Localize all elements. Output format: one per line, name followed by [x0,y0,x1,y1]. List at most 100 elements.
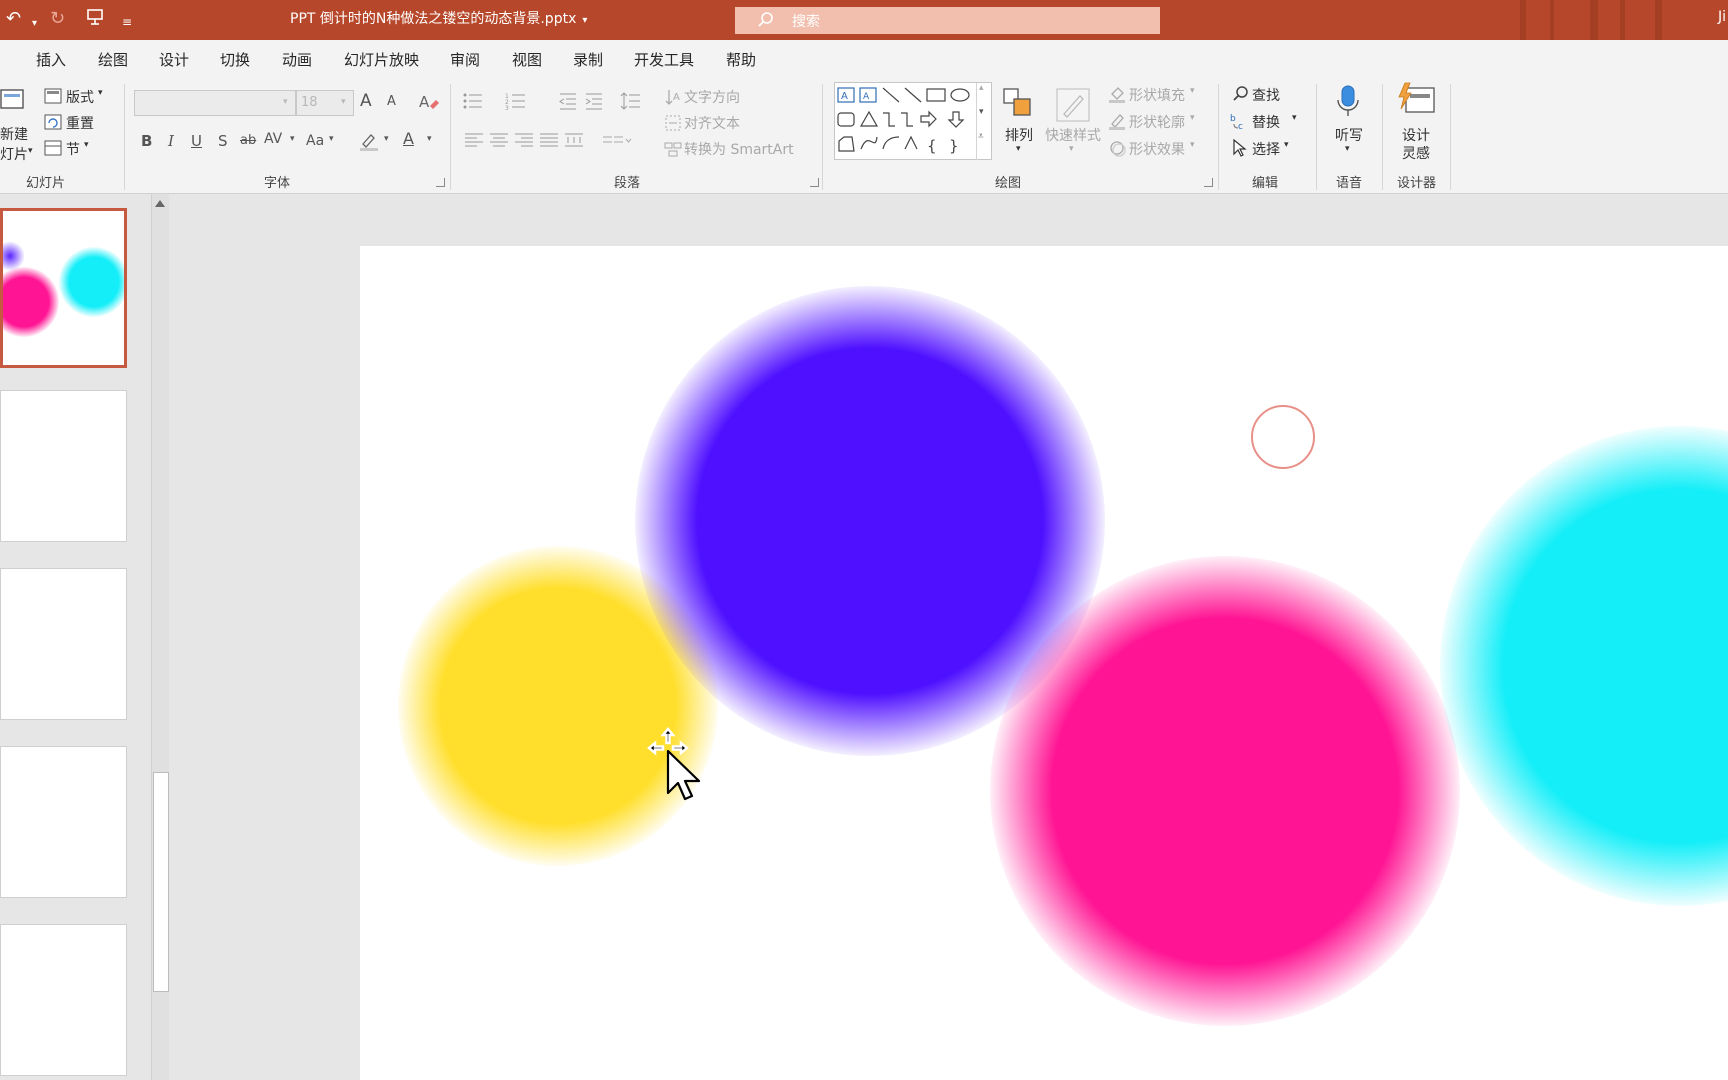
bullets-icon[interactable] [462,92,484,110]
character-spacing-button[interactable]: AV [264,131,282,147]
tab-animations[interactable]: 动画 [282,49,312,70]
chevron-down-icon[interactable]: ▾ [1190,140,1195,150]
cyan-blurred-circle[interactable] [1440,426,1728,906]
user-account[interactable]: Ji [1718,9,1726,25]
tab-record[interactable]: 录制 [573,49,603,70]
new-slide-label-2[interactable]: 灯片 [0,144,28,164]
font-dialog-launcher-icon[interactable] [436,178,445,187]
chevron-down-icon[interactable]: ▾ [979,107,984,117]
chevron-down-icon[interactable]: ▾ [1069,144,1074,154]
shape-effects-button[interactable]: 形状效果 [1129,139,1185,159]
font-name-combo[interactable]: ▾ [134,90,296,116]
bold-button[interactable]: B [141,132,152,150]
font-size-combo[interactable]: 18 ▾ [296,90,354,116]
designer-icon[interactable] [1396,82,1436,118]
customize-toolbar-icon[interactable]: ≡ [122,11,132,33]
gallery-scroll[interactable]: ▴ ▾ ⩡ [976,83,990,160]
slide-thumbnail-5[interactable] [0,924,127,1076]
tab-review[interactable]: 审阅 [450,49,480,70]
dictate-button[interactable]: 听写 [1335,125,1363,145]
slide-canvas[interactable] [360,246,1728,1080]
chevron-down-icon[interactable]: ▾ [427,134,432,144]
document-title[interactable]: PPT 倒计时的N种做法之镂空的动态背景.pptx ▾ [290,9,587,31]
scrollbar-thumb[interactable] [153,772,169,992]
arrange-icon[interactable] [1001,86,1035,120]
slide-thumbnail-1[interactable] [0,208,127,368]
chevron-down-icon[interactable]: ▾ [1190,113,1195,123]
columns-icon[interactable] [602,134,632,146]
reset-button[interactable]: 重置 [66,113,94,133]
microphone-icon[interactable] [1336,84,1360,118]
chevron-down-icon[interactable]: ▾ [384,134,389,144]
tab-insert[interactable]: 插入 [36,49,66,70]
undo-icon[interactable]: ↶ [6,8,21,30]
layout-button[interactable]: 版式 [66,87,94,107]
strikethrough-button[interactable]: ab [240,133,256,148]
underline-button[interactable]: U [191,132,202,150]
slide-thumbnail-2[interactable] [0,390,127,542]
shape-fill-button[interactable]: 形状填充 [1129,85,1185,105]
chevron-down-icon[interactable]: ▾ [1292,113,1297,123]
chevron-down-icon[interactable]: ▾ [1284,140,1289,150]
chevron-up-icon[interactable]: ▴ [979,83,984,93]
thumbnail-scrollbar[interactable] [151,194,169,1080]
new-slide-icon[interactable] [0,86,26,112]
design-ideas-label-2[interactable]: 灵感 [1402,143,1430,163]
justify-icon[interactable] [539,132,559,148]
design-ideas-label-1[interactable]: 设计 [1402,125,1430,145]
redo-icon[interactable]: ↻ [50,8,65,30]
text-shadow-button[interactable]: S [218,132,228,150]
shrink-font-button[interactable]: A [387,94,396,109]
find-button[interactable]: 查找 [1252,85,1280,105]
align-left-icon[interactable] [464,132,484,148]
pink-blurred-circle[interactable] [990,556,1460,1026]
section-button[interactable]: 节 [66,139,80,159]
tab-transitions[interactable]: 切换 [220,49,250,70]
tab-design[interactable]: 设计 [159,49,189,70]
drawing-dialog-launcher-icon[interactable] [1204,178,1213,187]
slide-thumbnail-4[interactable] [0,746,127,898]
shape-outline-button[interactable]: 形状轮廓 [1129,112,1185,132]
arrange-button[interactable]: 排列 [1005,125,1033,145]
undo-dropdown-icon[interactable]: ▾ [32,13,37,35]
search-input[interactable]: 搜索 [735,7,1160,34]
chevron-down-icon[interactable]: ▾ [28,146,33,156]
chevron-down-icon[interactable]: ▾ [290,134,295,144]
select-button[interactable]: 选择 [1252,139,1280,159]
tab-slideshow[interactable]: 幻灯片放映 [344,49,419,70]
distribute-icon[interactable] [564,132,584,148]
paragraph-dialog-launcher-icon[interactable] [810,178,819,187]
quick-styles-icon[interactable] [1054,86,1092,124]
replace-button[interactable]: 替换 [1252,112,1280,132]
chevron-down-icon[interactable]: ▾ [1016,144,1021,154]
font-color-button[interactable]: A [403,129,414,148]
highlight-icon[interactable] [358,130,380,152]
tab-view[interactable]: 视图 [512,49,542,70]
grow-font-button[interactable]: A [360,91,372,111]
gallery-more-icon[interactable]: ⩡ [978,131,984,142]
scroll-up-arrow-icon[interactable] [155,200,165,207]
chevron-down-icon[interactable]: ▾ [98,88,103,98]
shapes-gallery[interactable]: A A { } [834,82,992,160]
increase-indent-icon[interactable] [584,92,604,110]
chevron-down-icon[interactable]: ▾ [329,134,334,144]
numbering-icon[interactable]: 123 [505,92,527,110]
convert-smartart-button[interactable]: 转换为 SmartArt [684,139,794,159]
align-text-button[interactable]: 对齐文本 [684,113,740,133]
chevron-down-icon[interactable]: ▾ [1345,144,1350,154]
chevron-down-icon[interactable]: ▾ [1190,86,1195,96]
chevron-down-icon[interactable]: ▾ [84,140,89,150]
line-spacing-icon[interactable] [620,92,642,110]
decrease-indent-icon[interactable] [558,92,578,110]
slide-thumbnail-3[interactable] [0,568,127,720]
change-case-button[interactable]: Aa [306,133,324,149]
clear-formatting-icon[interactable]: A [418,92,440,112]
start-slideshow-icon[interactable] [86,8,104,32]
italic-button[interactable]: I [168,132,174,150]
quick-styles-button[interactable]: 快速样式 [1045,125,1101,145]
tab-draw[interactable]: 绘图 [98,49,128,70]
align-right-icon[interactable] [514,132,534,148]
new-slide-label-1[interactable]: 新建 [0,124,28,144]
align-center-icon[interactable] [489,132,509,148]
tab-help[interactable]: 帮助 [726,49,756,70]
